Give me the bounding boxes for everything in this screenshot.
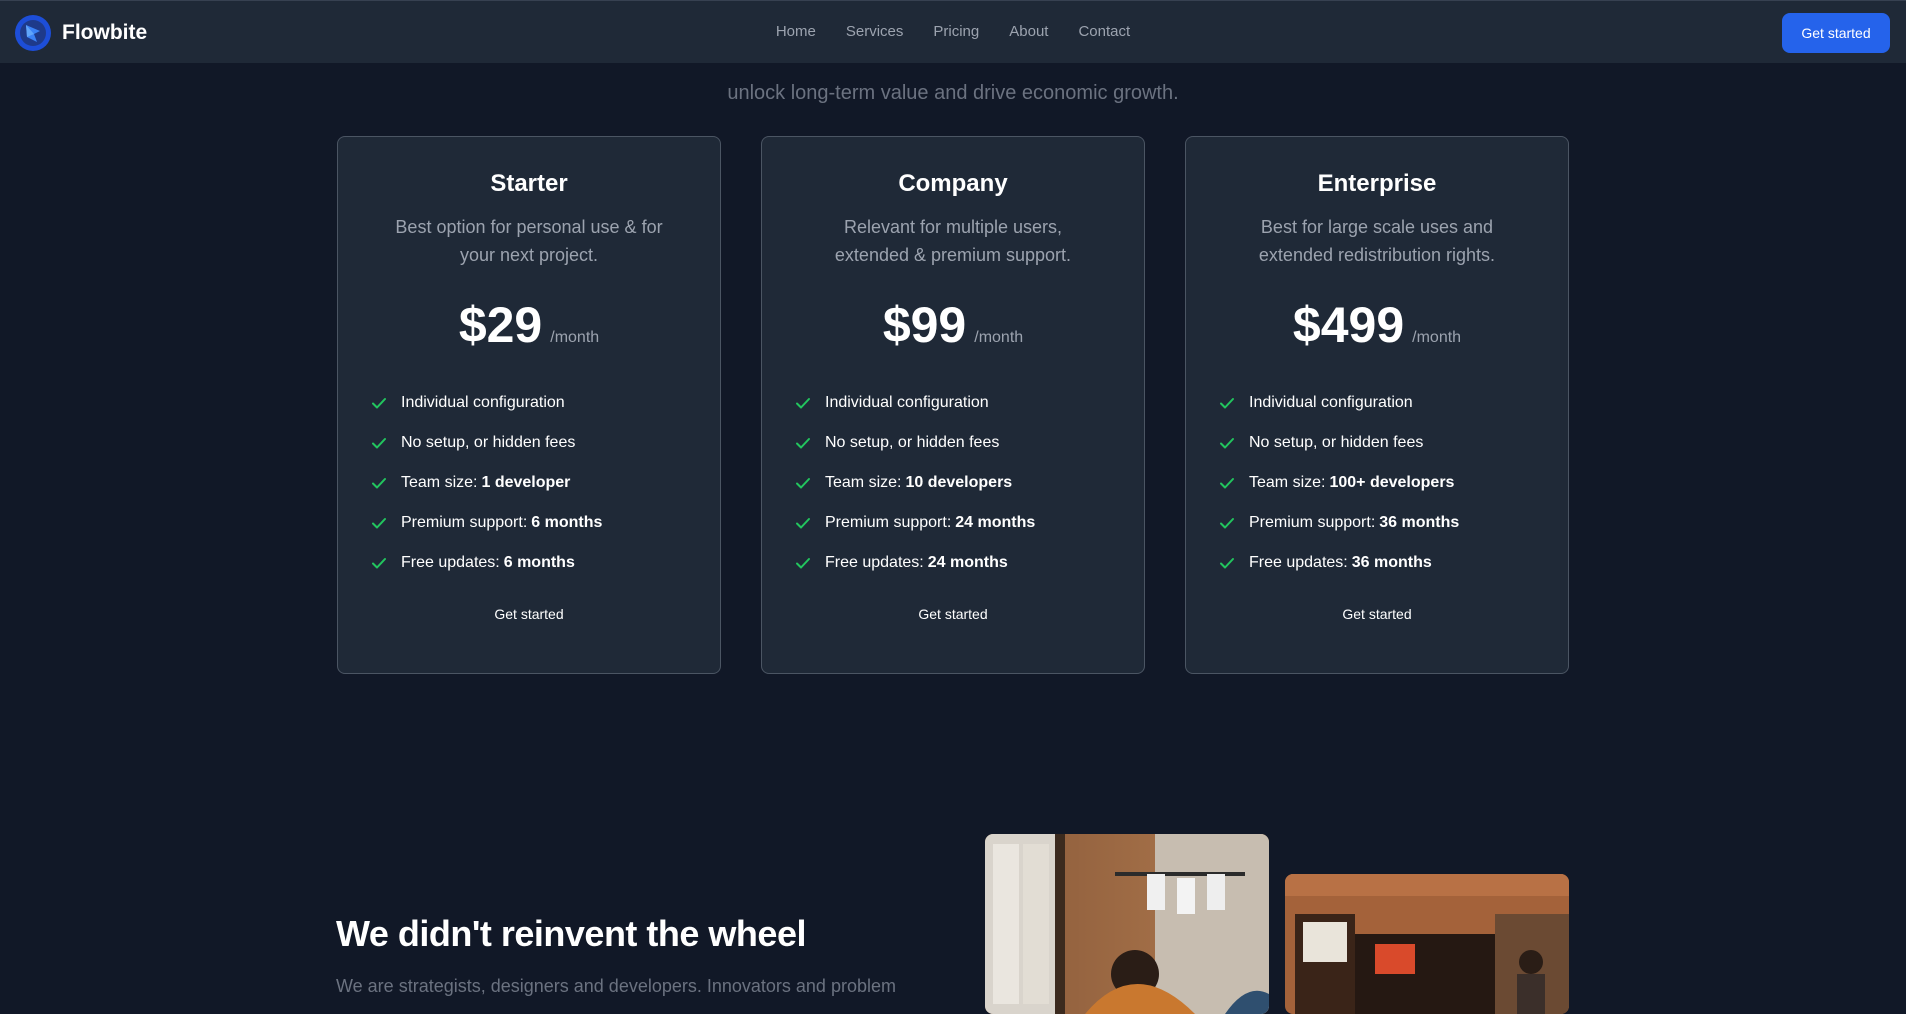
- check-icon: [1220, 438, 1234, 449]
- plan-description: Best option for personal use & for your …: [395, 217, 663, 265]
- plan-name: Enterprise: [1317, 170, 1437, 197]
- pricing-card-company: Company Relevant for multiple users, ext…: [761, 136, 1145, 674]
- feature-item: Team size: 1 developer: [371, 463, 687, 503]
- nav-link-home[interactable]: Home: [776, 23, 816, 40]
- feature-list: Individual configuration No setup, or hi…: [795, 383, 1111, 583]
- plan-price: $499: [1292, 297, 1405, 353]
- feature-item: Individual configuration: [795, 383, 1111, 423]
- feature-value: 1 developer: [481, 474, 571, 491]
- feature-list: Individual configuration No setup, or hi…: [1219, 383, 1535, 583]
- feature-value: 10 developers: [905, 474, 1013, 491]
- feature-label: Team size:: [401, 474, 478, 491]
- feature-label: Individual configuration: [1249, 394, 1413, 411]
- plan-name: Company: [898, 170, 1008, 197]
- feature-label: Team size:: [1249, 474, 1326, 491]
- price-period: /month: [550, 329, 600, 346]
- nav-link-pricing[interactable]: Pricing: [933, 23, 979, 40]
- feature-item: No setup, or hidden fees: [371, 423, 687, 463]
- hero-subtitle: unlock long-term value and drive economi…: [727, 82, 1179, 104]
- office-photo-1: [985, 834, 1269, 1014]
- nav-link-contact[interactable]: Contact: [1078, 23, 1130, 40]
- nav-link-services[interactable]: Services: [846, 23, 904, 40]
- feature-label: No setup, or hidden fees: [825, 434, 1000, 451]
- price-period: /month: [1412, 329, 1462, 346]
- price-period: /month: [974, 329, 1024, 346]
- check-icon: [372, 438, 386, 449]
- check-icon: [1220, 558, 1234, 569]
- check-icon: [372, 478, 386, 489]
- plan-description: Relevant for multiple users, extended & …: [834, 217, 1072, 265]
- check-icon: [1220, 478, 1234, 489]
- office-photo-2: [1285, 874, 1569, 1014]
- feature-label: Free updates:: [1249, 554, 1348, 571]
- feature-value: 6 months: [503, 554, 575, 571]
- feature-item: Free updates: 36 months: [1219, 543, 1535, 583]
- feature-label: Free updates:: [825, 554, 924, 571]
- feature-heading: We didn't reinvent the wheel: [336, 913, 806, 954]
- feature-item: Team size: 10 developers: [795, 463, 1111, 503]
- feature-item: Premium support: 36 months: [1219, 503, 1535, 543]
- feature-value: 24 months: [955, 514, 1036, 531]
- feature-item: No setup, or hidden fees: [1219, 423, 1535, 463]
- starter-get-started-button[interactable]: Get started: [469, 599, 589, 629]
- plan-description: Best for large scale uses and extended r…: [1258, 217, 1496, 265]
- price-row: $499 /month: [1219, 295, 1535, 355]
- company-get-started-button[interactable]: Get started: [893, 599, 1013, 629]
- check-icon: [1220, 398, 1234, 409]
- office-photo-2-image: [1285, 874, 1569, 1014]
- price-row: $29 /month: [371, 295, 687, 355]
- navbar: Flowbite Home Services Pricing About Con…: [0, 0, 1906, 63]
- feature-value: 24 months: [927, 554, 1008, 571]
- feature-label: No setup, or hidden fees: [401, 434, 576, 451]
- feature-value: 6 months: [531, 514, 603, 531]
- feature-list: Individual configuration No setup, or hi…: [371, 383, 687, 583]
- feature-value: 36 months: [1379, 514, 1460, 531]
- pricing-cards: Starter Best option for personal use & f…: [337, 136, 1569, 674]
- pricing-card-enterprise: Enterprise Best for large scale uses and…: [1185, 136, 1569, 674]
- feature-label: Premium support:: [1249, 514, 1376, 531]
- feature-value: 100+ developers: [1329, 474, 1455, 491]
- get-started-button[interactable]: Get started: [1782, 13, 1890, 53]
- feature-item: Premium support: 24 months: [795, 503, 1111, 543]
- office-photo-1-image: [985, 834, 1269, 1014]
- check-icon: [796, 398, 810, 409]
- feature-label: Free updates:: [401, 554, 500, 571]
- check-icon: [372, 558, 386, 569]
- feature-item: Free updates: 6 months: [371, 543, 687, 583]
- plan-price: $99: [882, 297, 967, 353]
- check-icon: [796, 438, 810, 449]
- feature-text: We are strategists, designers and develo…: [336, 976, 896, 996]
- check-icon: [796, 558, 810, 569]
- feature-item: Team size: 100+ developers: [1219, 463, 1535, 503]
- feature-label: No setup, or hidden fees: [1249, 434, 1424, 451]
- feature-value: 36 months: [1351, 554, 1432, 571]
- feature-label: Team size:: [825, 474, 902, 491]
- feature-label: Individual configuration: [401, 394, 565, 411]
- feature-item: Free updates: 24 months: [795, 543, 1111, 583]
- pricing-card-starter: Starter Best option for personal use & f…: [337, 136, 721, 674]
- feature-item: Individual configuration: [1219, 383, 1535, 423]
- enterprise-get-started-button[interactable]: Get started: [1317, 599, 1437, 629]
- feature-label: Premium support:: [825, 514, 952, 531]
- feature-item: Premium support: 6 months: [371, 503, 687, 543]
- check-icon: [796, 478, 810, 489]
- plan-name: Starter: [490, 170, 568, 197]
- nav-menu: Home Services Pricing About Contact: [0, 23, 1906, 40]
- check-icon: [796, 518, 810, 529]
- feature-label: Premium support:: [401, 514, 528, 531]
- feature-label: Individual configuration: [825, 394, 989, 411]
- check-icon: [372, 398, 386, 409]
- feature-item: No setup, or hidden fees: [795, 423, 1111, 463]
- check-icon: [1220, 518, 1234, 529]
- price-row: $99 /month: [795, 295, 1111, 355]
- plan-price: $29: [458, 297, 543, 353]
- feature-item: Individual configuration: [371, 383, 687, 423]
- check-icon: [372, 518, 386, 529]
- nav-link-about[interactable]: About: [1009, 23, 1048, 40]
